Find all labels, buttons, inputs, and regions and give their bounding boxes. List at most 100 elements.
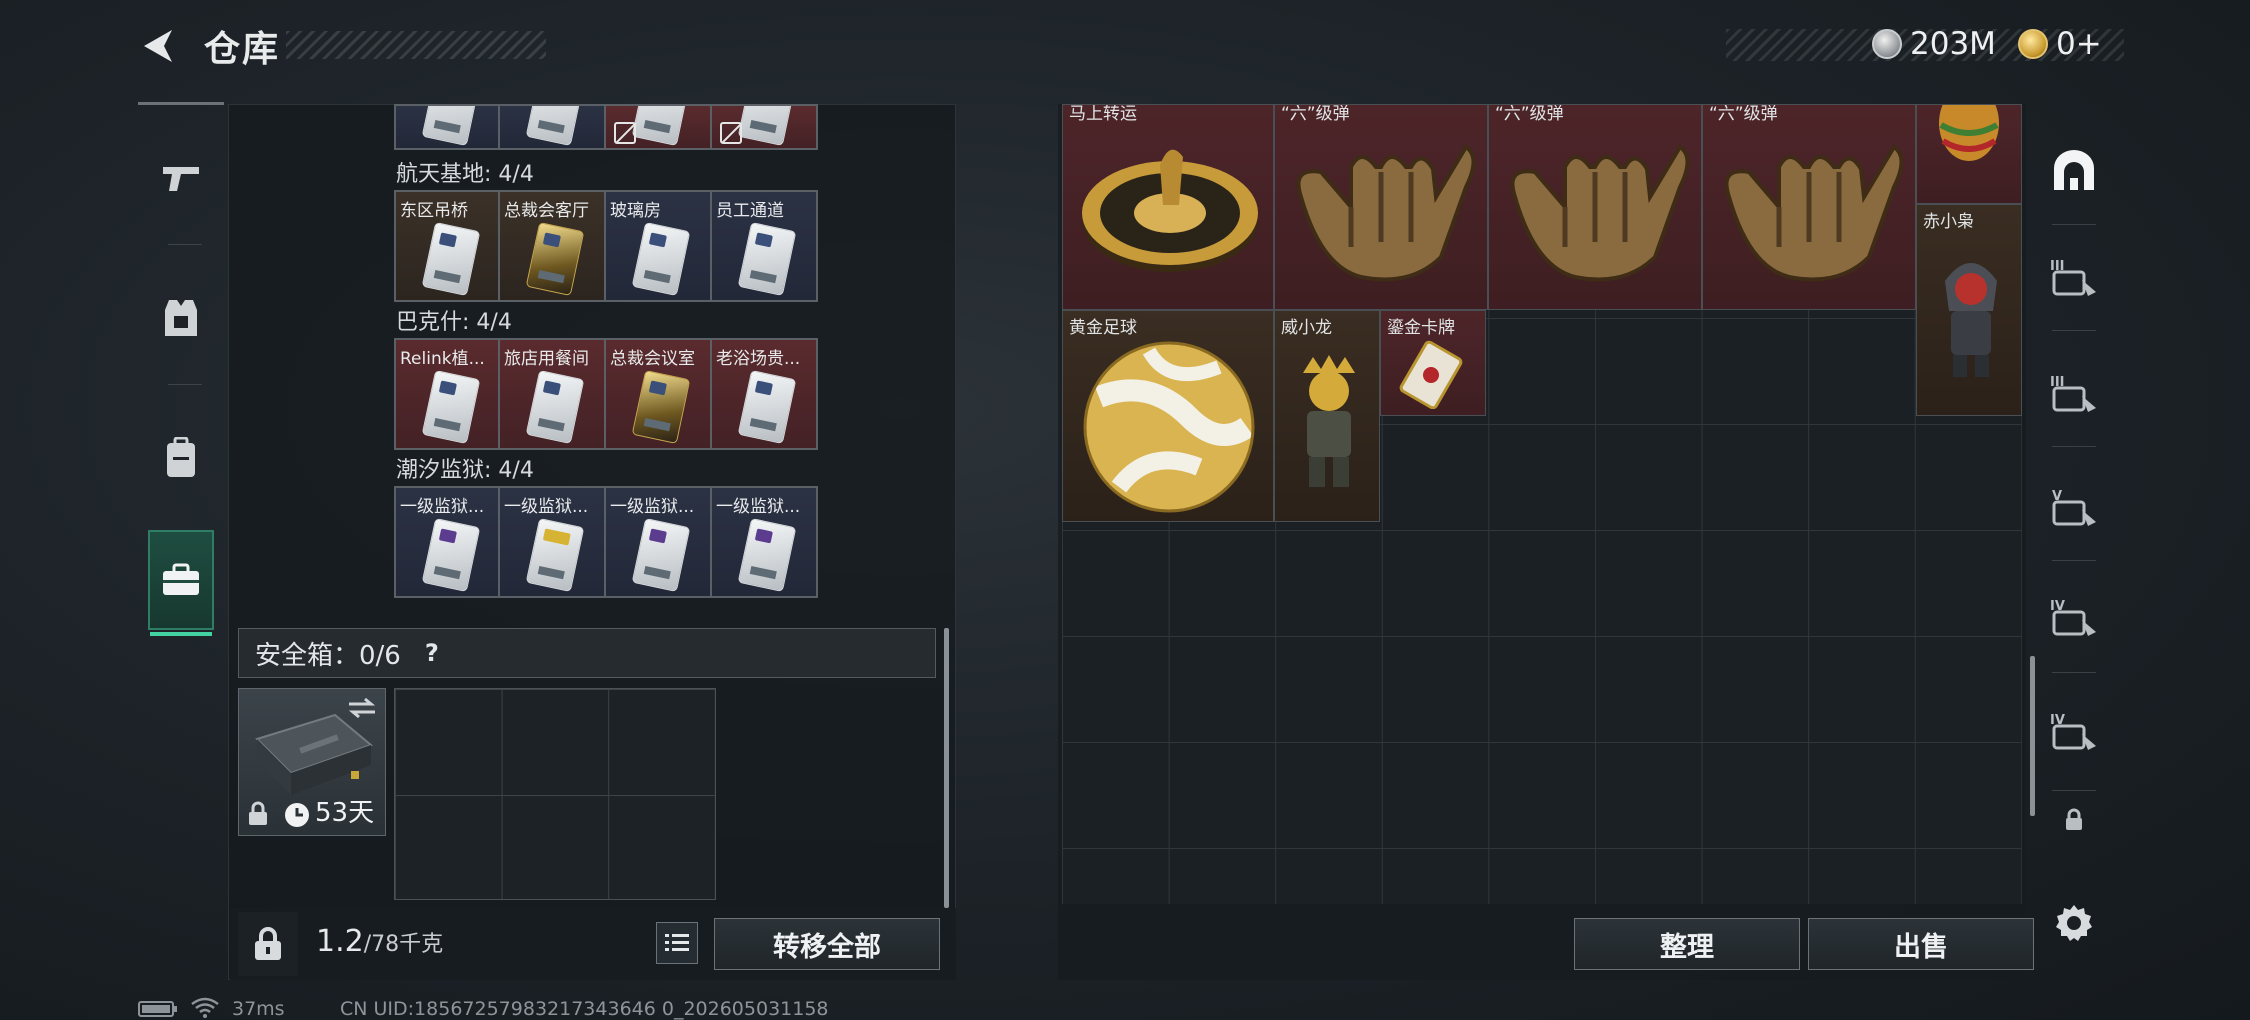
section-title: 潮汐监狱: 4/4 bbox=[396, 458, 534, 483]
sell-button[interactable]: 出售 bbox=[1808, 918, 2034, 970]
silver-currency[interactable]: 203M bbox=[1872, 24, 1996, 64]
key-card-slot[interactable]: 一级监狱... bbox=[500, 486, 606, 598]
nav-separator bbox=[2052, 330, 2096, 331]
card-label: 总裁会客厅 bbox=[504, 201, 589, 221]
pistol-icon bbox=[163, 167, 199, 191]
stash-item[interactable]: “六”级弹 bbox=[1488, 104, 1702, 310]
tier-3-case-tab-2[interactable]: III bbox=[2038, 342, 2110, 446]
title-stripe-decor bbox=[286, 31, 546, 59]
key-card-slot[interactable] bbox=[500, 104, 606, 150]
tier-4-case-tab-2[interactable]: IV bbox=[2038, 680, 2110, 784]
swap-icon[interactable] bbox=[347, 697, 377, 719]
tier-3-case-tab[interactable]: III bbox=[2038, 226, 2110, 330]
card-label: 东区吊桥 bbox=[400, 201, 468, 221]
battery-icon bbox=[138, 1001, 177, 1017]
stash-item[interactable]: 威小龙 bbox=[1274, 310, 1380, 522]
key-card-slot[interactable]: Relink植... bbox=[394, 338, 500, 450]
locked-tab[interactable] bbox=[2038, 796, 2110, 844]
safe-box-header: 安全箱：0/6 ? bbox=[238, 628, 936, 678]
back-arrow-icon[interactable] bbox=[136, 24, 180, 68]
all-items-tab[interactable] bbox=[2038, 118, 2110, 222]
stash-item[interactable] bbox=[1916, 104, 2022, 204]
help-icon[interactable]: ? bbox=[415, 636, 449, 670]
key-card-slot[interactable]: 一级监狱... bbox=[712, 486, 818, 598]
keycard-image bbox=[737, 517, 797, 593]
item-label: 鎏金卡牌 bbox=[1387, 318, 1455, 338]
stash-item[interactable]: 鎏金卡牌 bbox=[1380, 310, 1486, 416]
key-card-slot[interactable] bbox=[606, 104, 712, 150]
nav-separator bbox=[2052, 224, 2096, 225]
page-title: 仓库 bbox=[204, 29, 281, 70]
gold-amount: 0+ bbox=[2056, 26, 2102, 62]
case-iii-icon: III bbox=[2050, 259, 2096, 296]
card-label: 玻璃房 bbox=[610, 201, 661, 221]
keycard-image bbox=[631, 221, 691, 297]
ping-text: 37ms bbox=[232, 998, 285, 1020]
key-card-slot[interactable]: 一级监狱... bbox=[606, 486, 712, 598]
safe-case-item[interactable]: 53天 bbox=[238, 688, 386, 836]
settings-button[interactable] bbox=[2038, 898, 2110, 948]
card-label: 总裁会议室 bbox=[610, 349, 695, 369]
item-label: “六”级弹 bbox=[1281, 104, 1350, 124]
tier-4-case-tab[interactable]: IV bbox=[2038, 566, 2110, 670]
right-scrollbar[interactable] bbox=[2030, 656, 2035, 816]
keycard-image bbox=[525, 221, 585, 297]
card-label: 一级监狱... bbox=[716, 497, 801, 517]
stash-item[interactable]: “六”级弹 bbox=[1274, 104, 1488, 310]
keycard-image bbox=[631, 369, 691, 445]
nav-top-line bbox=[138, 102, 224, 105]
gilded-card-image bbox=[1399, 340, 1463, 409]
gold-currency[interactable]: 0+ bbox=[2018, 24, 2102, 64]
key-card-slot[interactable]: 东区吊桥 bbox=[394, 190, 500, 302]
sort-button[interactable]: 整理 bbox=[1574, 918, 1800, 970]
safe-box-grid[interactable] bbox=[394, 688, 716, 900]
left-scrollbar[interactable] bbox=[944, 628, 949, 908]
key-card-slot[interactable]: 老浴场贵... bbox=[712, 338, 818, 450]
weight-max: /78千克 bbox=[363, 932, 444, 957]
key-card-slot[interactable]: 总裁会议室 bbox=[606, 338, 712, 450]
key-row: 一级监狱... 一级监狱... 一级监狱... 一级监狱... bbox=[394, 486, 818, 598]
small-lock-icon bbox=[2066, 808, 2082, 830]
padlock-icon bbox=[255, 927, 281, 960]
key-card-slot[interactable]: 总裁会客厅 bbox=[500, 190, 606, 302]
key-card-slot[interactable]: 一级监狱... bbox=[394, 486, 500, 598]
keycard-image bbox=[525, 369, 585, 445]
list-view-button[interactable] bbox=[656, 922, 698, 964]
keycard-image bbox=[737, 221, 797, 297]
safe-box-title: 安全箱：0/6 bbox=[255, 640, 401, 671]
gear-icon bbox=[2056, 905, 2092, 941]
keys-tab[interactable] bbox=[148, 530, 214, 636]
no-card-icon bbox=[614, 122, 636, 144]
keycard-image bbox=[737, 369, 797, 445]
keycard-image bbox=[421, 221, 481, 297]
weapon-tab[interactable] bbox=[148, 128, 214, 228]
arch-icon bbox=[2054, 150, 2094, 190]
shaka-hand-image bbox=[1510, 144, 1690, 282]
item-label: “六”级弹 bbox=[1709, 104, 1778, 124]
card-label: 老浴场贵... bbox=[716, 349, 801, 369]
key-card-slot[interactable]: 玻璃房 bbox=[606, 190, 712, 302]
stash-item[interactable]: 马上转运 bbox=[1062, 104, 1274, 310]
transfer-all-button[interactable]: 转移全部 bbox=[714, 918, 940, 970]
item-label: 马上转运 bbox=[1069, 104, 1137, 124]
section-title: 航天基地: 4/4 bbox=[396, 162, 534, 187]
silver-amount: 203M bbox=[1910, 26, 1996, 62]
key-card-slot[interactable] bbox=[394, 104, 500, 150]
briefcase-icon bbox=[163, 563, 199, 595]
backpack-tab[interactable] bbox=[148, 408, 214, 508]
armor-tab[interactable] bbox=[148, 268, 214, 368]
keycard-image bbox=[631, 517, 691, 593]
card-label: 一级监狱... bbox=[504, 497, 589, 517]
key-card-slot[interactable]: 员工通道 bbox=[712, 190, 818, 302]
key-card-slot[interactable] bbox=[712, 104, 818, 150]
section-title: 巴克什: 4/4 bbox=[396, 310, 512, 335]
stash-item[interactable]: 黄金足球 bbox=[1062, 310, 1274, 522]
tier-5-case-tab[interactable]: V bbox=[2038, 456, 2110, 560]
key-card-slot[interactable]: 旅店用餐间 bbox=[500, 338, 606, 450]
stash-item[interactable]: 赤小枭 bbox=[1916, 204, 2022, 416]
list-icon bbox=[665, 934, 689, 951]
lock-button[interactable] bbox=[238, 912, 298, 976]
gold-coin-icon bbox=[2018, 29, 2048, 59]
stash-item[interactable]: “六”级弹 bbox=[1702, 104, 1916, 310]
lock-icon bbox=[249, 801, 267, 825]
